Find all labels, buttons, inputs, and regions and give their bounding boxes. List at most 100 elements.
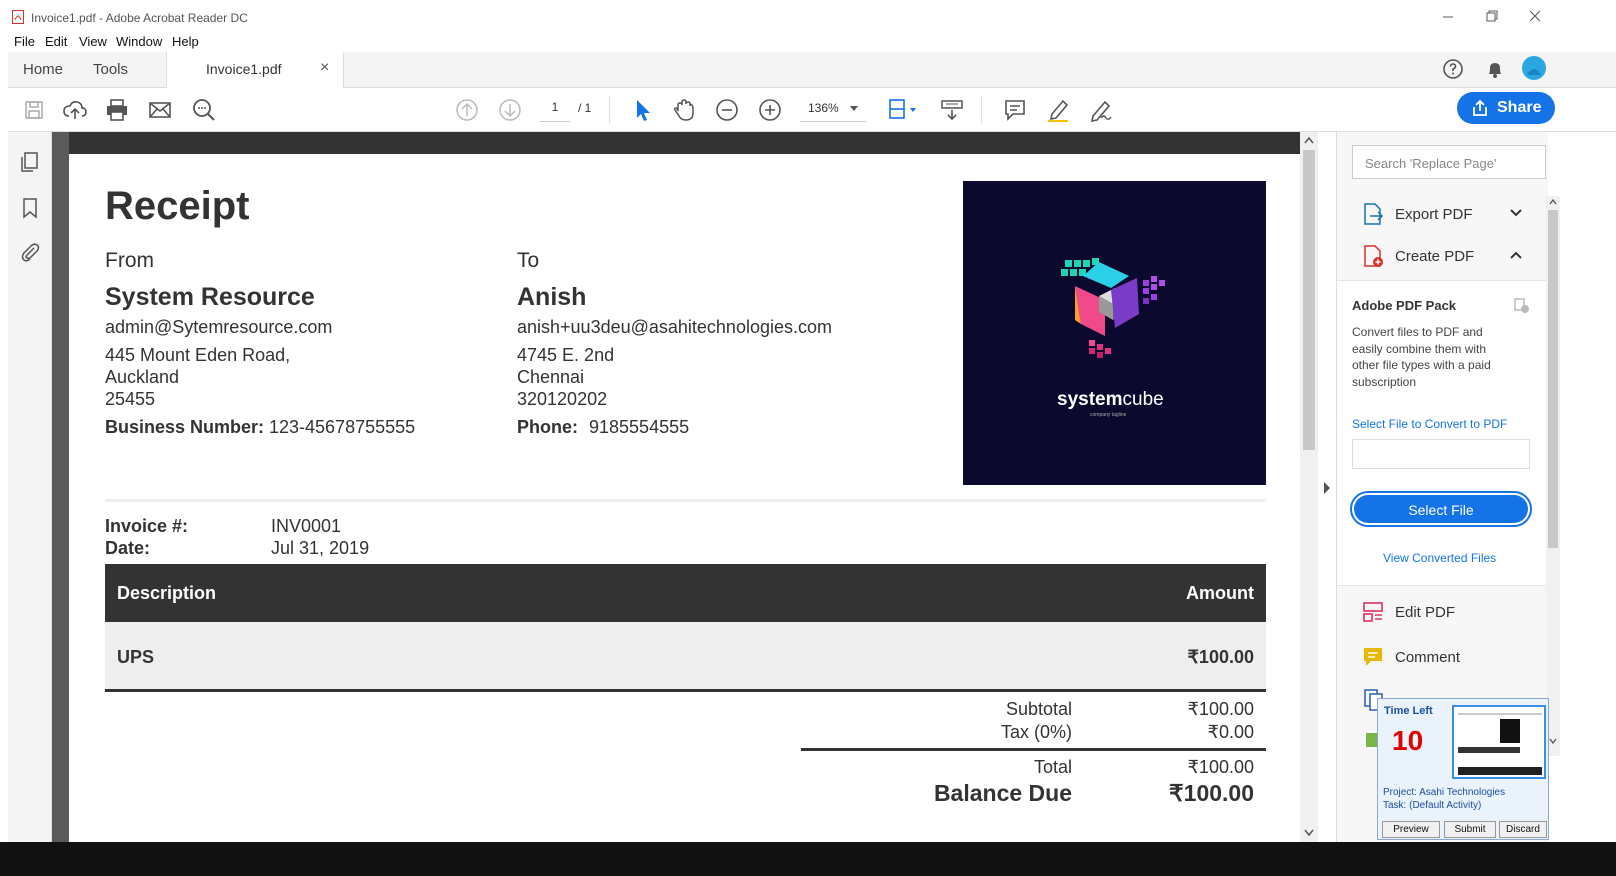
scroll-thumb[interactable] [1303, 150, 1315, 450]
from-address-line1: 445 Mount Eden Road, [105, 345, 291, 365]
zoom-select[interactable]: 136% [800, 98, 866, 122]
bookmark-icon[interactable] [19, 197, 41, 219]
total-value: ₹100.00 [1187, 757, 1254, 777]
chevron-up-icon [1510, 251, 1522, 259]
tab-close-icon[interactable]: × [320, 59, 329, 77]
company-logo: systemcube company tagline [963, 181, 1266, 485]
preview-button[interactable]: Preview [1382, 821, 1440, 838]
file-drop-field[interactable] [1352, 439, 1530, 469]
tab-tools[interactable]: Tools [93, 61, 128, 78]
menu-help[interactable]: Help [172, 34, 199, 49]
thumb-taskbar [1458, 767, 1542, 775]
to-email: anish+uu3deu@asahitechnologies.com [517, 317, 832, 337]
select-cursor-icon[interactable] [628, 96, 656, 124]
scroll-up-icon[interactable] [1549, 199, 1557, 205]
tool-comment[interactable]: Comment [1337, 637, 1549, 677]
item-amount: ₹100.00 [1187, 647, 1254, 667]
scroll-down-icon[interactable] [1304, 829, 1314, 837]
tab-bar: Home Tools Invoice1.pdf × [8, 52, 1616, 89]
pdf-pack-desc-line3: other file types with a paid [1352, 358, 1491, 372]
notification-bell-icon[interactable] [1484, 58, 1506, 80]
zoom-out-icon[interactable] [713, 96, 741, 124]
menu-view[interactable]: View [79, 34, 107, 49]
select-file-to-convert-link[interactable]: Select File to Convert to PDF [1352, 417, 1507, 431]
upload-cloud-icon[interactable] [61, 96, 89, 124]
to-address-line3: 320120202 [517, 389, 608, 409]
business-number-value: 123-45678755555 [269, 417, 416, 437]
tool-create-pdf[interactable]: Create PDF [1337, 236, 1549, 276]
tab-document[interactable]: Invoice1.pdf × [166, 52, 344, 89]
comment-icon[interactable] [1001, 96, 1029, 124]
from-address-line2: Auckland [105, 367, 180, 387]
phone-label: Phone: [517, 417, 578, 437]
comment-tool-icon [1364, 648, 1382, 666]
page-top-band [69, 132, 1301, 154]
select-file-button[interactable]: Select File [1350, 491, 1532, 527]
view-converted-files-link[interactable]: View Converted Files [1383, 551, 1496, 565]
right-panel-scrollbar[interactable] [1546, 196, 1560, 756]
sign-pen-icon[interactable] [1087, 96, 1115, 124]
business-number-label: Business Number: [105, 417, 265, 437]
tab-document-label: Invoice1.pdf [206, 61, 282, 77]
fit-page-icon[interactable] [886, 96, 922, 124]
pack-info-icon [1514, 298, 1529, 313]
search-tools-input[interactable]: Search 'Replace Page' [1352, 145, 1546, 179]
print-icon[interactable] [103, 96, 131, 124]
pdf-pack-desc-line1: Convert files to PDF and [1352, 325, 1483, 339]
to-address-line1: 4745 E. 2nd [517, 345, 615, 365]
document-viewport: Receipt From System Resource admin@Sytem… [52, 132, 1318, 848]
export-pdf-icon [1364, 203, 1384, 225]
attachment-icon[interactable] [19, 241, 41, 263]
date-label: Date: [105, 538, 151, 558]
discard-button[interactable]: Discard [1499, 821, 1547, 838]
save-icon[interactable] [20, 96, 48, 124]
collapse-right-panel-icon[interactable] [1322, 482, 1332, 494]
logo-tagline: company tagline [1090, 412, 1127, 418]
pdf-pack-section: Adobe PDF Pack Convert files to PDF and … [1337, 280, 1549, 586]
zoom-value: 136% [808, 101, 839, 115]
help-icon[interactable] [1442, 58, 1464, 80]
submit-button[interactable]: Submit [1444, 821, 1496, 838]
highlight-pen-icon[interactable] [1044, 96, 1072, 124]
logo-wordmark-light: cube [1122, 389, 1164, 410]
tool-edit-pdf[interactable]: Edit PDF [1337, 592, 1549, 632]
tab-home[interactable]: Home [23, 61, 63, 78]
title-bar: Invoice1.pdf - Adobe Acrobat Reader DC [0, 0, 1616, 34]
previous-page-icon[interactable] [453, 96, 481, 124]
pdf-app-icon [12, 10, 24, 24]
search-placeholder: Search 'Replace Page' [1365, 156, 1497, 171]
menu-window[interactable]: Window [116, 34, 162, 49]
thumb-toolbar [1458, 713, 1542, 715]
thumb-logo [1500, 719, 1520, 743]
minimize-icon[interactable] [1433, 6, 1463, 28]
scroll-up-icon[interactable] [1304, 136, 1314, 144]
hand-tool-icon[interactable] [670, 96, 698, 124]
avatar-icon[interactable] [1521, 55, 1547, 81]
tool-export-pdf[interactable]: Export PDF [1337, 194, 1549, 234]
screenshot-thumbnail [1452, 705, 1546, 779]
total-label: Total [1033, 757, 1072, 777]
share-button[interactable]: Share [1457, 92, 1555, 124]
close-window-icon[interactable] [1520, 6, 1550, 28]
menu-file[interactable]: File [14, 34, 35, 49]
table-header: Description Amount [105, 564, 1266, 622]
page-number-input[interactable]: 1 [540, 98, 570, 122]
tax-value: ₹0.00 [1207, 722, 1255, 742]
logo-wordmark: systemcube [1057, 389, 1164, 411]
email-icon[interactable] [146, 96, 174, 124]
menu-edit[interactable]: Edit [45, 34, 67, 49]
scroll-down-icon[interactable] [1549, 738, 1557, 744]
export-pdf-label: Export PDF [1395, 206, 1473, 223]
toolbar: 1 / 1 136% Share [8, 88, 1616, 132]
next-page-icon[interactable] [496, 96, 524, 124]
chevron-down-icon [1510, 209, 1522, 217]
toolbar-divider [609, 96, 610, 124]
search-icon[interactable] [190, 96, 218, 124]
from-address-line3: 25455 [105, 389, 156, 409]
zoom-in-icon[interactable] [756, 96, 784, 124]
scroll-mode-icon[interactable] [938, 96, 966, 124]
document-scrollbar[interactable] [1300, 132, 1318, 848]
page-thumbnails-icon[interactable] [19, 151, 41, 173]
restore-icon[interactable] [1476, 6, 1506, 28]
right-scroll-thumb[interactable] [1548, 210, 1558, 548]
